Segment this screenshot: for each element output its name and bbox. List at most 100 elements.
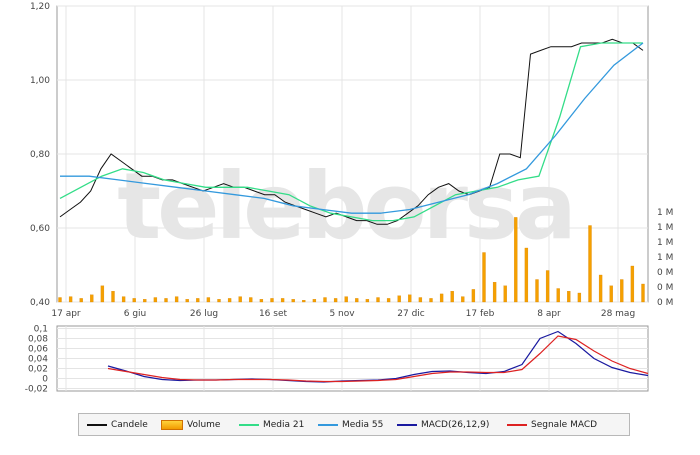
macd-y-ticks: 0,10,080,060,040,020-0,02 bbox=[25, 325, 49, 395]
volume-bar bbox=[68, 296, 73, 303]
price-x-tick-label: 27 dic bbox=[397, 309, 425, 319]
volume-bar bbox=[206, 297, 211, 303]
volume-y-tick-label: 0 M bbox=[657, 268, 673, 278]
legend-item-media-21[interactable]: Media 21 bbox=[239, 414, 304, 435]
volume-bar bbox=[535, 279, 539, 303]
volume-bar bbox=[545, 270, 550, 303]
chart-root: teleborsa 0,40 0,60 0,80 1,00 1,20 0 M0 M0 M… bbox=[0, 0, 700, 451]
price-x-tick-label: 5 nov bbox=[329, 309, 355, 319]
legend-swatch-media-21 bbox=[239, 423, 259, 426]
legend-swatch-macd bbox=[397, 423, 417, 426]
volume-bar bbox=[598, 274, 603, 303]
volume-bar bbox=[355, 298, 359, 303]
price-x-tick-label: 28 mag bbox=[601, 309, 635, 319]
legend-label-media-21: Media 21 bbox=[263, 419, 305, 430]
volume-bar bbox=[503, 285, 507, 303]
volume-y-tick-label: 1 M bbox=[657, 223, 673, 233]
legend-item-media-55[interactable]: Media 55 bbox=[318, 414, 383, 435]
volume-bar bbox=[461, 296, 465, 303]
volume-bar bbox=[238, 296, 242, 303]
volume-y-tick-label: 1 M bbox=[657, 253, 673, 263]
price-y-ticks: 0,40 0,60 0,80 1,00 1,20 bbox=[30, 2, 50, 308]
volume-bar bbox=[121, 296, 126, 303]
volume-bar bbox=[291, 299, 295, 303]
macd-y-tick-label: 0,06 bbox=[28, 345, 48, 355]
legend-label-volume: Volume bbox=[187, 419, 221, 430]
volume-bar bbox=[58, 297, 62, 303]
price-x-tick-label: 17 apr bbox=[51, 309, 81, 319]
volume-bar bbox=[90, 294, 94, 303]
volume-bar bbox=[132, 298, 136, 303]
volume-bar bbox=[397, 295, 401, 303]
macd-y-tick-label: 0,1 bbox=[34, 325, 48, 335]
volume-bar bbox=[323, 297, 327, 303]
volume-bar bbox=[344, 296, 348, 303]
volume-bar bbox=[227, 298, 232, 303]
legend-label-candele: Candele bbox=[111, 419, 148, 430]
volume-bar bbox=[609, 285, 613, 303]
legend-swatch-segnale-macd bbox=[507, 423, 527, 426]
volume-bar bbox=[641, 283, 645, 303]
volume-bar bbox=[386, 298, 391, 303]
volume-y-tick-label: 1 M bbox=[657, 208, 673, 218]
volume-bar bbox=[143, 299, 147, 303]
price-y-tick-label: 0,40 bbox=[30, 298, 50, 308]
legend-item-volume[interactable]: Volume bbox=[161, 414, 220, 435]
volume-bar bbox=[630, 265, 635, 303]
volume-bar bbox=[100, 285, 105, 303]
legend-item-segnale-macd[interactable]: Segnale MACD bbox=[507, 414, 597, 435]
volume-bar bbox=[280, 298, 285, 303]
volume-bar bbox=[439, 293, 444, 303]
volume-bar bbox=[567, 291, 571, 303]
price-y-tick-label: 0,80 bbox=[30, 150, 50, 160]
price-y-tick-label: 1,00 bbox=[30, 76, 50, 86]
price-y-tick-label: 1,20 bbox=[30, 2, 50, 12]
price-x-tick-label: 16 set bbox=[259, 309, 288, 319]
legend-swatch-media-55 bbox=[318, 423, 338, 426]
volume-bar bbox=[365, 299, 370, 303]
volume-bar bbox=[79, 298, 83, 303]
volume-bar bbox=[259, 299, 264, 303]
volume-bar bbox=[270, 298, 274, 303]
volume-bar bbox=[514, 217, 518, 303]
volume-bar bbox=[588, 225, 592, 303]
volume-bar bbox=[249, 297, 253, 303]
volume-bar bbox=[450, 291, 454, 303]
macd-y-tick-label: 0,04 bbox=[28, 355, 48, 365]
volume-bar bbox=[174, 296, 179, 303]
volume-bar bbox=[333, 298, 338, 303]
volume-bar bbox=[577, 292, 582, 303]
volume-y-ticks: 0 M 0 M 0 M 1 M 1 M 1 M 1 M bbox=[657, 208, 673, 308]
volume-bar bbox=[164, 298, 168, 303]
price-x-ticks: 17 apr 6 giu 26 lug 16 set 5 nov 27 dic 17 feb… bbox=[51, 309, 635, 319]
legend-label-media-55: Media 55 bbox=[342, 419, 384, 430]
volume-bar bbox=[482, 252, 486, 303]
volume-bar bbox=[111, 291, 115, 303]
legend-label-segnale-macd: Segnale MACD bbox=[531, 419, 598, 430]
volume-bar bbox=[153, 297, 158, 303]
volume-bar bbox=[620, 279, 624, 303]
macd-y-tick-label: 0,02 bbox=[28, 365, 48, 375]
volume-bar bbox=[302, 300, 306, 303]
volume-bar bbox=[471, 289, 476, 303]
macd-y-tick-label: 0,08 bbox=[28, 335, 48, 345]
volume-y-tick-label: 1 M bbox=[657, 238, 673, 248]
watermark-logo: teleborsa bbox=[117, 153, 573, 260]
macd-y-tick-label: -0,02 bbox=[25, 385, 48, 395]
legend-label-macd: MACD(26,12,9) bbox=[421, 419, 490, 430]
legend-item-macd[interactable]: MACD(26,12,9) bbox=[397, 414, 489, 435]
price-x-tick-label: 17 feb bbox=[466, 309, 495, 319]
chart-legend: Candele Volume Media 21 Media 55 MACD(26… bbox=[78, 413, 630, 436]
legend-item-candele[interactable]: Candele bbox=[87, 414, 148, 435]
volume-y-tick-label: 0 M bbox=[657, 283, 673, 293]
macd-y-tick-label: 0 bbox=[42, 375, 48, 385]
chart-svg: teleborsa 0,400,600,801,001,20 0 M0 M0 M… bbox=[25, 2, 674, 395]
volume-y-tick-label: 0 M bbox=[657, 298, 673, 308]
volume-bar bbox=[217, 299, 221, 303]
price-x-tick-label: 26 lug bbox=[190, 309, 218, 319]
volume-bar bbox=[429, 298, 433, 303]
volume-bar bbox=[196, 298, 200, 303]
volume-bar bbox=[376, 297, 380, 303]
price-y-tick-label: 0,60 bbox=[30, 224, 50, 234]
volume-bar bbox=[185, 299, 189, 303]
